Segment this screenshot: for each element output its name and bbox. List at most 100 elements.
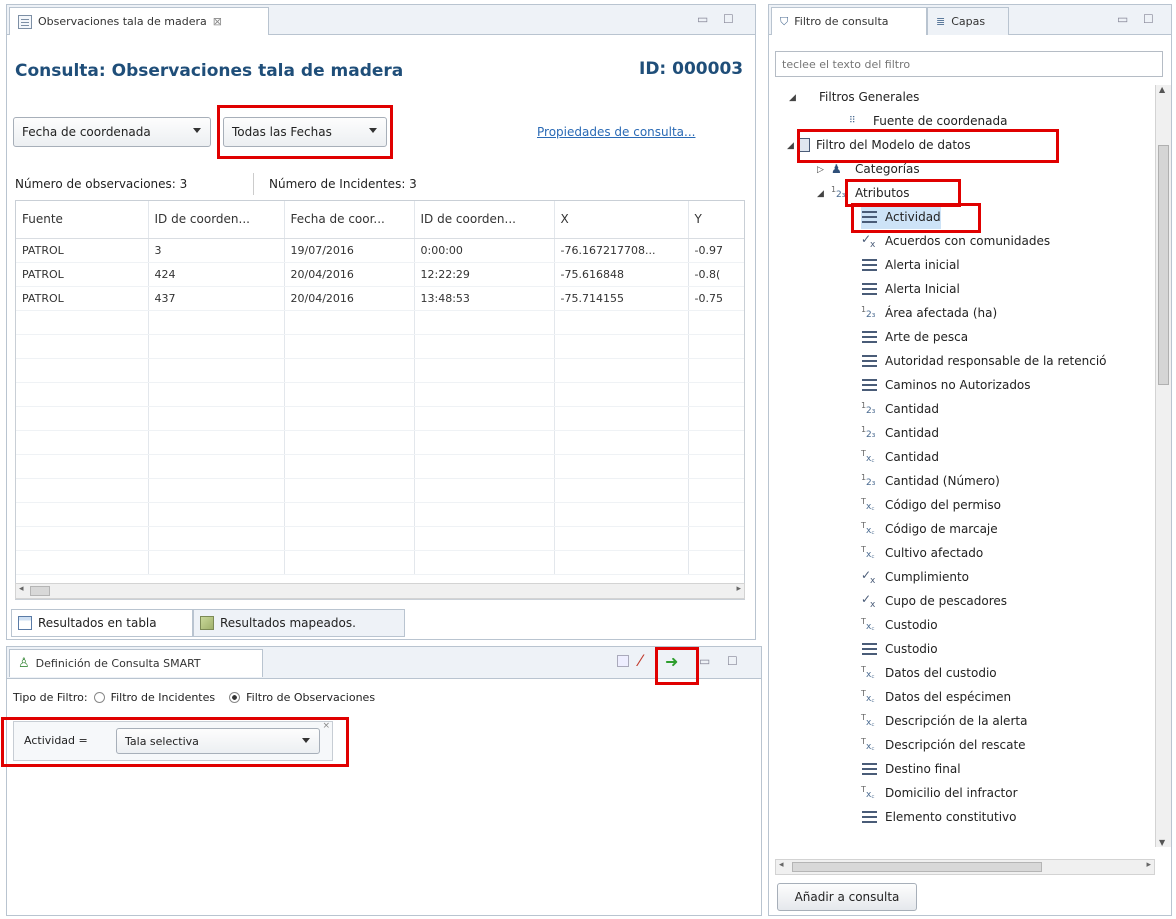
radio-incidents-label[interactable]: Filtro de Incidentes: [111, 691, 216, 704]
column-header[interactable]: X: [554, 201, 689, 239]
maximize-icon[interactable]: ☐: [1143, 12, 1154, 26]
column-header[interactable]: ID de coorden...: [414, 201, 555, 239]
radio-observations-label[interactable]: Filtro de Observaciones: [246, 691, 375, 704]
tab-layers[interactable]: ≣ Capas: [927, 7, 1009, 35]
table-row[interactable]: PATROL 3 19/07/2016 0:00:00 -76.16721770…: [16, 238, 744, 263]
scroll-thumb[interactable]: [792, 862, 1042, 872]
filter-field-label: Actividad =: [24, 734, 88, 747]
minimize-icon[interactable]: ▭: [1117, 12, 1128, 26]
scroll-left-icon[interactable]: ◂: [779, 860, 784, 870]
tab-observaciones[interactable]: Observaciones tala de madera ⊠: [9, 7, 269, 35]
text-icon: [861, 615, 879, 634]
date-field-combo[interactable]: Fecha de coordenada: [13, 117, 211, 147]
expand-open-icon[interactable]: ◢: [817, 189, 824, 199]
tab-table-results[interactable]: Resultados en tabla: [11, 609, 193, 637]
tree-node-attribute[interactable]: Cantidad: [861, 421, 939, 445]
tree-node-attribute[interactable]: Datos del espécimen: [861, 685, 1011, 709]
add-to-query-button[interactable]: Añadir a consulta: [777, 883, 917, 911]
tab-map-results[interactable]: Resultados mapeados.: [193, 609, 405, 637]
table-cell: -75.616848: [554, 262, 689, 287]
tree-node-attribute[interactable]: Cantidad: [861, 397, 939, 421]
clear-icon[interactable]: ⁄: [639, 651, 642, 670]
scroll-right-icon[interactable]: ▸: [736, 584, 741, 594]
table-row-empty: [16, 454, 744, 479]
tree-node-coord-source[interactable]: ⠿ Fuente de coordenada: [849, 109, 1008, 133]
table-row[interactable]: PATROL 424 20/04/2016 12:22:29 -75.61684…: [16, 262, 744, 287]
column-header[interactable]: Fecha de coor...: [284, 201, 415, 239]
expand-closed-icon[interactable]: ▷: [817, 165, 824, 175]
run-arrow-icon[interactable]: ➜: [665, 652, 678, 671]
tree-node-attribute[interactable]: Descripción del rescate: [861, 733, 1026, 757]
tree-node-categories[interactable]: ♟ Categorías: [831, 157, 920, 181]
minimize-icon[interactable]: ▭: [697, 12, 708, 26]
expand-open-icon[interactable]: ◢: [789, 93, 796, 103]
results-editor-panel: Observaciones tala de madera ⊠ ▭ ☐ Consu…: [6, 4, 756, 640]
date-range-combo[interactable]: Todas las Fechas: [223, 117, 387, 147]
tree-node-attribute[interactable]: Alerta Inicial: [861, 277, 960, 301]
tree-node-attribute[interactable]: Descripción de la alerta: [861, 709, 1027, 733]
scroll-down-icon[interactable]: ▼: [1159, 838, 1165, 847]
tree-node-label: Actividad: [885, 210, 941, 224]
column-header[interactable]: Y: [688, 201, 744, 239]
list-icon: [861, 258, 879, 272]
tree-node-attribute[interactable]: Datos del custodio: [861, 661, 997, 685]
radio-observations[interactable]: [229, 692, 241, 703]
tree-node-attribute[interactable]: Acuerdos con comunidades: [861, 229, 1050, 253]
list-icon: [861, 642, 879, 656]
radio-incidents[interactable]: [93, 692, 105, 703]
scroll-up-icon[interactable]: ▲: [1159, 85, 1165, 94]
column-header[interactable]: ID de coorden...: [148, 201, 285, 239]
query-properties-link[interactable]: Propiedades de consulta...: [537, 125, 695, 139]
tree-node-attribute[interactable]: Código del permiso: [861, 493, 1001, 517]
filter-value-combo[interactable]: Tala selectiva: [116, 728, 320, 754]
tree-horizontal-scrollbar[interactable]: ◂ ▸: [775, 859, 1155, 875]
tree-node-attribute[interactable]: Autoridad responsable de la retenció: [861, 349, 1107, 373]
list-icon: [861, 282, 879, 296]
scroll-thumb[interactable]: [30, 586, 50, 596]
tab-query-definition[interactable]: ♙ Definición de Consulta SMART: [9, 649, 263, 677]
tree-node-attribute[interactable]: Cultivo afectado: [861, 541, 983, 565]
tree-node-general-filters[interactable]: Filtros Generales: [819, 85, 919, 109]
tree-node-label: Destino final: [885, 762, 961, 776]
tree-node-attribute[interactable]: Custodio: [861, 637, 938, 661]
scroll-right-icon[interactable]: ▸: [1146, 860, 1151, 870]
scroll-thumb[interactable]: [1158, 145, 1169, 385]
table-horizontal-scrollbar[interactable]: ◂ ▸: [15, 583, 745, 599]
table-cell: -76.167217708...: [554, 238, 689, 263]
close-icon[interactable]: ⊠: [213, 15, 222, 28]
table-cell: 0:00:00: [414, 238, 555, 263]
remove-filter-icon[interactable]: ×: [322, 721, 330, 731]
tree-node-attribute[interactable]: Alerta inicial: [861, 253, 960, 277]
tree-node-attribute[interactable]: Actividad: [861, 205, 941, 229]
tree-node-attribute[interactable]: Domicilio del infractor: [861, 781, 1018, 805]
table-row[interactable]: PATROL 437 20/04/2016 13:48:53 -75.71415…: [16, 286, 744, 311]
tree-node-attributes[interactable]: Atributos: [831, 181, 910, 205]
numeric-icon: [861, 423, 879, 442]
tree-node-attribute[interactable]: Caminos no Autorizados: [861, 373, 1031, 397]
tree-vertical-scrollbar[interactable]: ▲ ▼: [1155, 85, 1171, 847]
tree-node-attribute[interactable]: Destino final: [861, 757, 961, 781]
tree-node-label: Cupo de pescadores: [885, 594, 1008, 608]
tree-node-label: Caminos no Autorizados: [885, 378, 1031, 392]
tree-node-attribute[interactable]: Cumplimiento: [861, 565, 969, 589]
tab-query-filter[interactable]: ⛉ Filtro de consulta: [771, 7, 927, 35]
tree-node-attribute[interactable]: Código de marcaje: [861, 517, 998, 541]
tree-node-attribute[interactable]: Elemento constitutivo: [861, 805, 1016, 829]
tree-node-attribute[interactable]: Área afectada (ha): [861, 301, 997, 325]
save-icon[interactable]: [617, 655, 629, 667]
table-cell: 20/04/2016: [284, 262, 415, 287]
tree-node-attribute[interactable]: Custodio: [861, 613, 938, 637]
maximize-icon[interactable]: ☐: [727, 654, 738, 668]
scroll-left-icon[interactable]: ◂: [19, 584, 24, 594]
tree-node-attribute[interactable]: Arte de pesca: [861, 325, 968, 349]
minimize-icon[interactable]: ▭: [699, 654, 710, 668]
column-header[interactable]: Fuente: [16, 201, 149, 239]
tree-node-attribute[interactable]: Cantidad (Número): [861, 469, 1000, 493]
expand-open-icon[interactable]: ◢: [787, 141, 794, 151]
tree-node-data-model[interactable]: Filtro del Modelo de datos: [797, 133, 971, 157]
tree-node-attribute[interactable]: Cantidad: [861, 445, 939, 469]
tree-node-attribute[interactable]: Cupo de pescadores: [861, 589, 1007, 613]
filter-search-input[interactable]: [775, 51, 1163, 77]
maximize-icon[interactable]: ☐: [723, 12, 734, 26]
list-icon: [861, 330, 879, 344]
